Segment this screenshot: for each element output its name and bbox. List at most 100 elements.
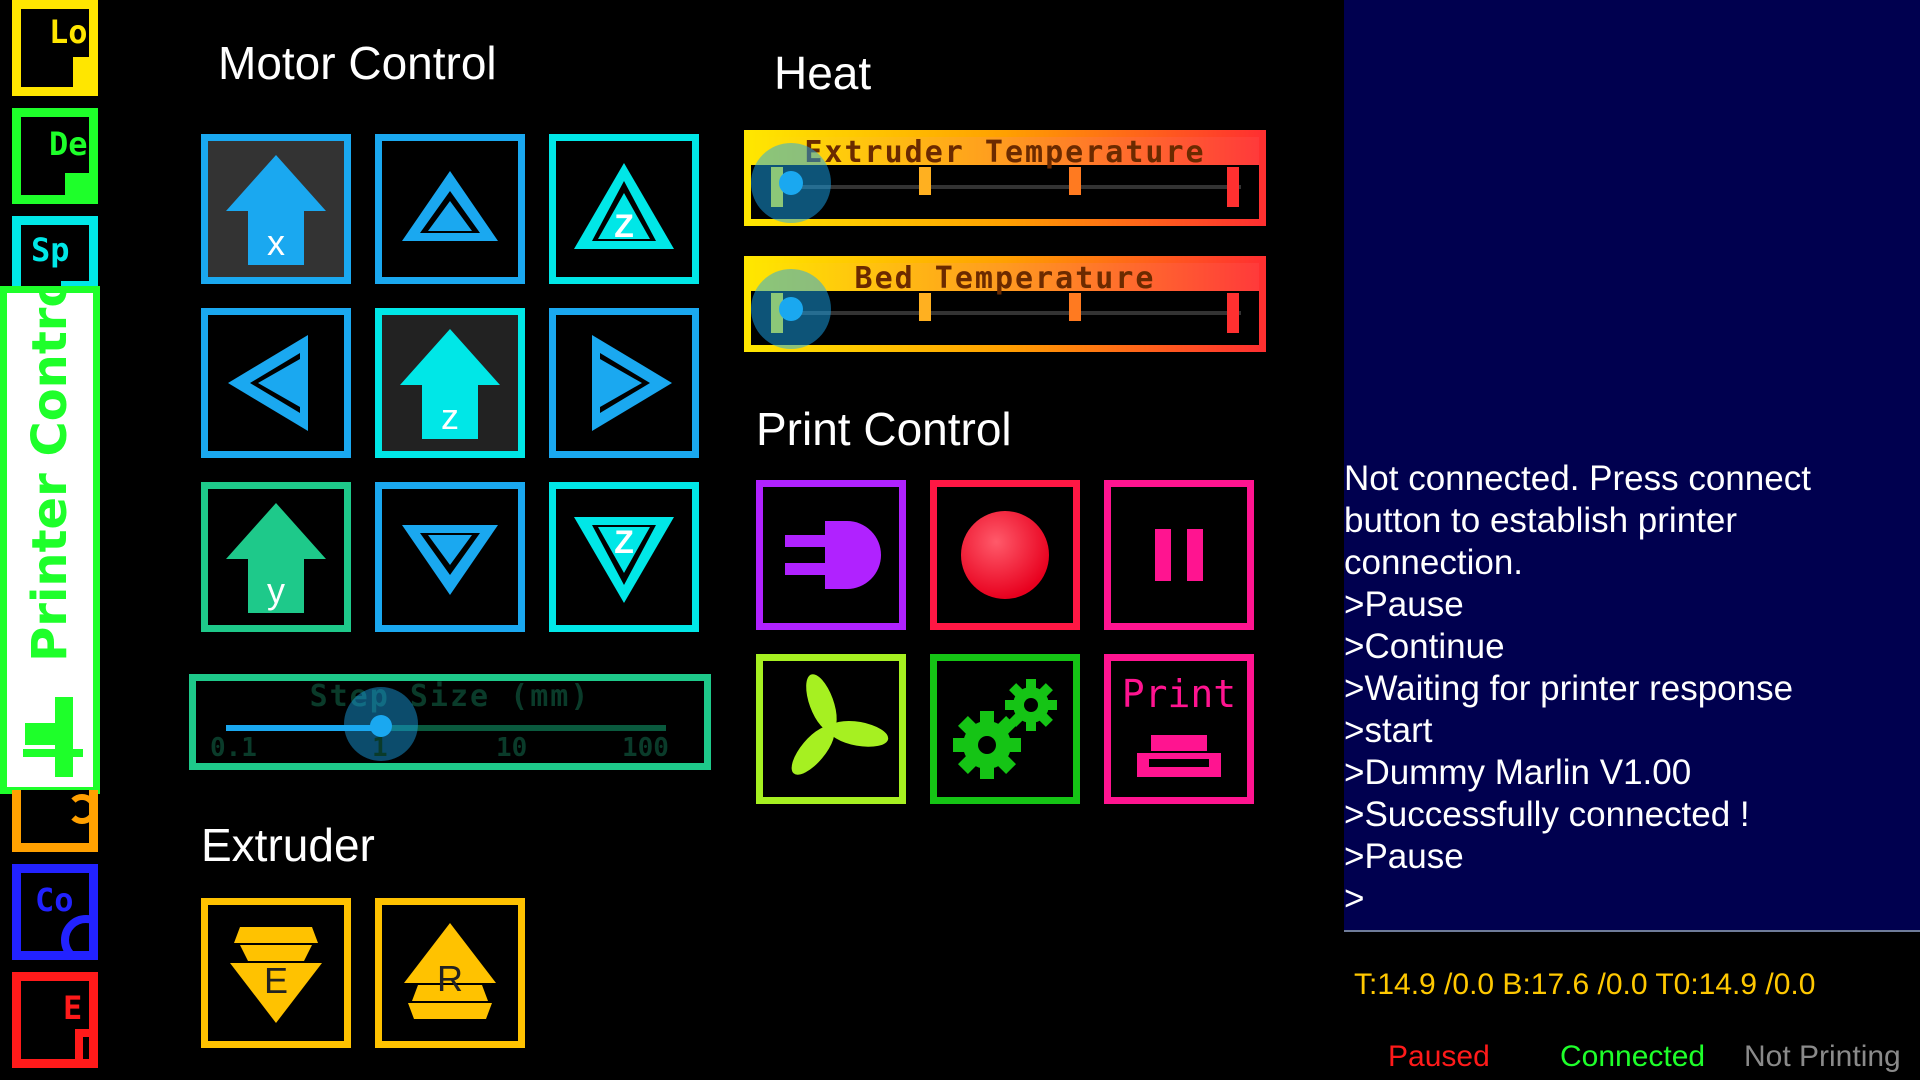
sidebar-tab-speed-label: Sp bbox=[31, 231, 70, 269]
console-line: >Dummy Marlin V1.00 bbox=[1344, 753, 1692, 792]
temperature-readout: T:14.9 /0.0 B:17.6 /0.0 T0:14.9 /0.0 bbox=[1354, 968, 1816, 1001]
fan-button[interactable] bbox=[756, 654, 906, 804]
console-line: >Waiting for printer response bbox=[1344, 669, 1794, 708]
fan-icon bbox=[791, 674, 889, 775]
home-x-icon: x bbox=[226, 155, 326, 265]
settings-button[interactable] bbox=[930, 654, 1080, 804]
print-button[interactable]: Print bbox=[1104, 654, 1254, 804]
extruder-temperature-label: Extruder Temperature bbox=[804, 135, 1206, 170]
step-tick-2: 10 bbox=[496, 733, 528, 763]
bed-temperature-tick-2 bbox=[1069, 293, 1081, 321]
retract-button[interactable]: R bbox=[375, 898, 525, 1048]
move-x-right-button[interactable] bbox=[549, 308, 699, 458]
sidebar-tab-speed[interactable]: Sp bbox=[12, 216, 98, 296]
console-panel[interactable]: Not connected. Press connect button to e… bbox=[1344, 0, 1920, 932]
sidebar-tab-console[interactable]: Co bbox=[12, 864, 98, 960]
z-down-label: Z bbox=[614, 524, 634, 560]
extrude-button[interactable]: E bbox=[201, 898, 351, 1048]
console-line: >Continue bbox=[1344, 627, 1505, 666]
pause-button[interactable] bbox=[1104, 480, 1254, 630]
print-label: Print bbox=[1122, 672, 1236, 716]
console-line: Not connected. Press connect bbox=[1344, 459, 1811, 498]
folder-icon bbox=[73, 57, 89, 87]
sidebar-tab-reload[interactable] bbox=[12, 790, 98, 852]
extruder-temperature-tick-2 bbox=[1069, 167, 1081, 195]
extruder-temperature-track bbox=[771, 185, 1241, 189]
motor-control-title: Motor Control bbox=[218, 37, 497, 89]
step-tick-3: 100 bbox=[622, 733, 669, 763]
console-line: >Pause bbox=[1344, 837, 1464, 876]
status-paused: Paused bbox=[1388, 1040, 1490, 1073]
move-x-left-button[interactable] bbox=[201, 308, 351, 458]
move-z-up-button[interactable]: Z bbox=[549, 134, 699, 284]
bed-temperature-label: Bed Temperature bbox=[854, 261, 1156, 296]
printer-control-icon bbox=[21, 693, 85, 781]
console-line: > bbox=[1344, 879, 1365, 918]
sidebar-tab-load[interactable]: Lo bbox=[12, 0, 98, 96]
extrude-label: E bbox=[264, 960, 288, 1001]
arrow-left-icon bbox=[228, 335, 308, 431]
bed-temperature-track bbox=[771, 311, 1241, 315]
extruder-temperature-tick-3 bbox=[1227, 167, 1239, 207]
step-size-slider[interactable]: Step Size (mm) 0.1 1 10 100 bbox=[189, 674, 711, 770]
step-tick-1: 1 bbox=[372, 733, 388, 763]
exit-icon bbox=[75, 1029, 89, 1059]
console-log: Not connected. Press connect button to e… bbox=[1344, 458, 1811, 930]
extruder-temperature-tick-1 bbox=[919, 167, 931, 195]
step-size-title: Step Size (mm) bbox=[309, 679, 591, 714]
sidebar-tab-printer-control-label: Printer Control bbox=[22, 286, 78, 662]
sidebar-tab-console-label: Co bbox=[35, 881, 74, 919]
device-icon bbox=[65, 173, 89, 195]
arrow-z-down-icon: Z bbox=[574, 517, 674, 603]
bed-temperature-tick-3 bbox=[1227, 293, 1239, 333]
retract-label: R bbox=[437, 958, 463, 999]
arrow-right-icon bbox=[592, 335, 672, 431]
bed-temperature-thumb-core bbox=[779, 297, 803, 321]
home-y-icon: y bbox=[226, 503, 326, 613]
home-z-button[interactable]: z bbox=[375, 308, 525, 458]
gears-icon bbox=[953, 679, 1057, 779]
extruder-temperature-slider[interactable]: Extruder Temperature bbox=[744, 130, 1266, 226]
console-line: connection. bbox=[1344, 543, 1524, 582]
move-z-down-button[interactable]: Z bbox=[549, 482, 699, 632]
status-printing: Not Printing bbox=[1744, 1040, 1901, 1073]
extruder-title: Extruder bbox=[201, 819, 375, 871]
connect-button[interactable] bbox=[756, 480, 906, 630]
sidebar-tab-device-label: De bbox=[49, 125, 88, 163]
arrow-up-icon bbox=[402, 171, 498, 241]
bed-temperature-slider[interactable]: Bed Temperature bbox=[744, 256, 1266, 352]
plug-icon bbox=[785, 521, 881, 589]
sidebar-tab-exit[interactable]: E bbox=[12, 972, 98, 1068]
stop-button[interactable] bbox=[930, 480, 1080, 630]
heat-title: Heat bbox=[774, 47, 872, 99]
sidebar-tab-device[interactable]: De bbox=[12, 108, 98, 204]
printer-icon: Print bbox=[1122, 672, 1236, 777]
arrow-z-up-icon: Z bbox=[574, 163, 674, 249]
move-y-down-button[interactable] bbox=[375, 482, 525, 632]
extruder-temperature-thumb-core bbox=[779, 171, 803, 195]
refresh-icon bbox=[67, 794, 89, 824]
console-icon bbox=[61, 915, 89, 951]
status-connected: Connected bbox=[1560, 1040, 1706, 1073]
sidebar-tab-load-label: Lo bbox=[49, 13, 88, 51]
console-line: >Pause bbox=[1344, 585, 1464, 624]
home-y-button[interactable]: y bbox=[201, 482, 351, 632]
move-y-up-button[interactable] bbox=[375, 134, 525, 284]
z-up-label: Z bbox=[614, 208, 634, 244]
home-y-label: y bbox=[267, 570, 285, 611]
home-x-label: x bbox=[267, 222, 285, 263]
print-control-title: Print Control bbox=[756, 403, 1012, 455]
bed-temperature-tick-1 bbox=[919, 293, 931, 321]
retract-icon: R bbox=[404, 923, 496, 1019]
record-stop-icon bbox=[961, 511, 1049, 599]
arrow-down-icon bbox=[402, 525, 498, 595]
pause-icon bbox=[1155, 529, 1203, 581]
home-z-label: z bbox=[441, 396, 459, 437]
home-z-icon: z bbox=[400, 329, 500, 439]
extrude-icon: E bbox=[230, 927, 322, 1023]
sidebar-tab-printer-control[interactable]: Printer Control bbox=[0, 286, 100, 794]
console-line: >Successfully connected ! bbox=[1344, 795, 1750, 834]
console-line: >start bbox=[1344, 711, 1433, 750]
home-x-button[interactable]: x bbox=[201, 134, 351, 284]
console-line: button to establish printer bbox=[1344, 501, 1738, 540]
